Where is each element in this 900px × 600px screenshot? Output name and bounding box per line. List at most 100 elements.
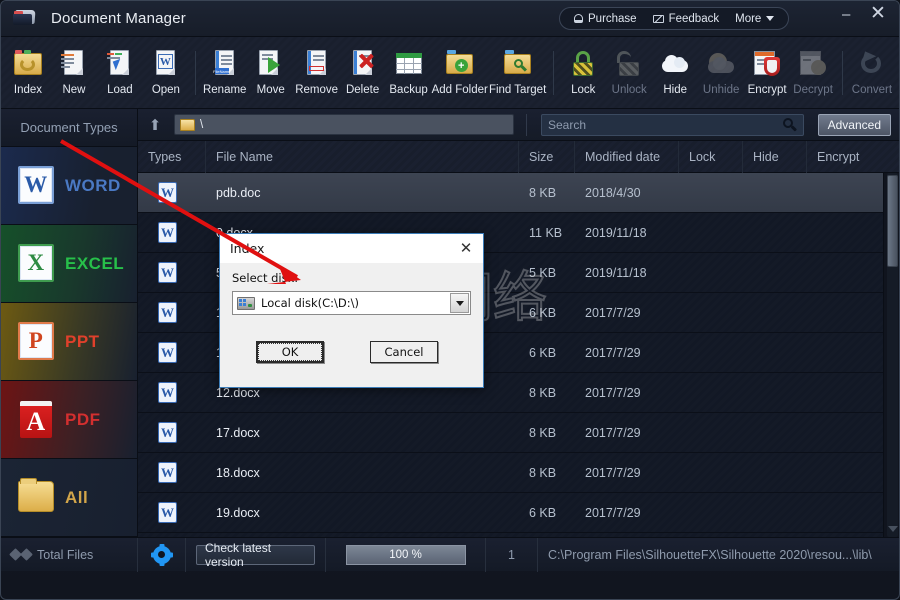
dialog-title-bar: Index ✕ (220, 234, 483, 263)
dialog-title: Index (230, 241, 265, 256)
file-hide-cell (743, 493, 807, 533)
file-size-cell: 8 KB (529, 385, 557, 400)
search-input[interactable]: Search (541, 113, 804, 136)
open-word-document-icon: W (150, 49, 182, 79)
toolbar-button-decrypt[interactable]: Decrypt (790, 40, 836, 106)
column-header-modified-date[interactable]: Modified date (575, 140, 679, 173)
sidebar-item-excel[interactable]: X EXCEL (1, 225, 137, 303)
toolbar-label: Load (107, 84, 133, 96)
toolbar-label: Decrypt (793, 84, 833, 96)
settings-button[interactable] (138, 537, 186, 572)
sidebar-item-label: PDF (65, 409, 101, 429)
column-header-size[interactable]: Size (519, 140, 575, 173)
total-files-label: Total Files (37, 547, 94, 562)
chevron-down-icon[interactable] (450, 293, 469, 313)
column-header-filename[interactable]: File Name (206, 140, 519, 173)
toolbar-button-add-folder[interactable]: + Add Folder (432, 40, 488, 106)
toolbar-button-find-target[interactable]: Find Target (488, 40, 548, 106)
sidebar-item-all[interactable]: All (1, 459, 137, 537)
file-encrypt-cell (807, 373, 881, 413)
sidebar-item-word[interactable]: W WORD (1, 147, 137, 225)
toolbar-button-move[interactable]: Move (248, 40, 294, 106)
column-header-hide[interactable]: Hide (743, 140, 807, 173)
check-version-cell: Check latest version (186, 537, 326, 572)
table-row[interactable]: W 19.docx 6 KB 2017/7/29 (138, 493, 899, 533)
file-encrypt-cell (807, 253, 881, 293)
file-hide-cell (743, 333, 807, 373)
toolbar-button-delete[interactable]: Delete (340, 40, 386, 106)
scroll-down-arrow-icon[interactable] (888, 526, 898, 532)
cancel-button[interactable]: Cancel (370, 341, 438, 363)
file-count: 1 (486, 537, 538, 572)
toolbar-button-backup[interactable]: Backup (386, 40, 432, 106)
table-row[interactable]: W20.docx8 KB2017/7/29 (138, 533, 899, 537)
check-latest-version-button[interactable]: Check latest version (196, 541, 315, 569)
select-disk-label: Select disk: (232, 271, 299, 285)
advanced-button[interactable]: Advanced (817, 113, 891, 136)
file-type-cell: W (138, 173, 206, 213)
feedback-button[interactable]: Feedback (652, 12, 720, 25)
purchase-bag-icon (574, 14, 583, 23)
dialog-close-button[interactable]: ✕ (457, 239, 475, 257)
lock-open-icon (613, 49, 645, 79)
table-row[interactable]: W 18.docx 8 KB 2017/7/29 (138, 453, 899, 493)
title-bar: Document Manager Purchase Feedback More … (1, 1, 899, 37)
toolbar-button-unhide[interactable]: Unhide (698, 40, 744, 106)
toolbar-button-open[interactable]: W Open (143, 40, 189, 106)
toolbar-label: Index (13, 84, 43, 96)
toolbar-label: Open (151, 84, 180, 96)
more-menu-button[interactable]: More (735, 13, 775, 25)
vertical-scrollbar[interactable] (883, 173, 899, 537)
file-name-cell: 20.docx (206, 533, 519, 538)
scrollbar-thumb[interactable] (887, 175, 898, 267)
toolbar-button-load[interactable]: Load (97, 40, 143, 106)
purchase-button[interactable]: Purchase (574, 13, 637, 25)
up-arrow-icon[interactable]: ⬆ (144, 114, 166, 136)
navigation-bar: ⬆ \ Search Advanced (138, 109, 899, 141)
toolbar-button-hide[interactable]: Hide (652, 40, 698, 106)
disk-select-value: Local disk(C:\D:\) (261, 296, 359, 310)
table-header: Types File Name Size Modified date Lock … (138, 140, 899, 173)
toolbar-divider (842, 50, 843, 95)
address-input[interactable]: \ (174, 114, 514, 135)
toolbar-button-unlock[interactable]: Unlock (606, 40, 652, 106)
purchase-label: Purchase (588, 12, 637, 25)
toolbar-button-index[interactable]: Index (5, 40, 51, 106)
cloud-white-icon (659, 49, 691, 79)
disk-select[interactable]: Local disk(C:\D:\) (232, 291, 471, 315)
search-icon[interactable] (782, 117, 797, 132)
word-file-icon: W (158, 302, 177, 323)
file-hide-cell (743, 173, 807, 213)
file-size-cell: 8 KB (529, 425, 557, 440)
minimize-button[interactable]: – (842, 7, 850, 23)
status-path: C:\Program Files\SilhouetteFX\Silhouette… (548, 547, 872, 562)
column-header-encrypt[interactable]: Encrypt (807, 141, 881, 173)
file-size-cell: 11 KB (529, 225, 563, 240)
table-row[interactable]: Wpdb.doc 8 KB 2018/4/30 (138, 173, 899, 213)
toolbar-label: Delete (345, 84, 380, 96)
toolbar-button-convert[interactable]: Convert (849, 40, 895, 106)
progress-bar: 100 % (345, 544, 466, 565)
file-date-cell: 2018/4/30 (585, 185, 641, 200)
navbar-divider (526, 113, 527, 136)
toolbar-button-lock[interactable]: Lock (560, 40, 606, 106)
file-type-cell: W (138, 533, 206, 538)
file-size-cell: 5 KB (529, 265, 557, 280)
file-date-cell: 2017/7/29 (585, 345, 641, 360)
sidebar-header: Document Types (1, 109, 137, 147)
toolbar-button-rename[interactable]: FileName Rename (202, 40, 248, 106)
toolbar-button-encrypt[interactable]: Encrypt (744, 40, 790, 106)
sidebar-item-ppt[interactable]: P PPT (1, 303, 137, 381)
ok-button[interactable]: OK (256, 341, 324, 363)
sidebar-item-pdf[interactable]: A PDF (1, 381, 137, 459)
toolbar-button-new[interactable]: New (51, 40, 97, 106)
folder-icon (180, 118, 195, 131)
close-button[interactable]: ✕ (870, 4, 886, 23)
column-header-types[interactable]: Types (138, 140, 206, 173)
column-header-lock[interactable]: Lock (679, 140, 743, 173)
file-size-cell: 6 KB (529, 305, 557, 320)
feedback-label: Feedback (668, 12, 720, 25)
toolbar-button-remove[interactable]: Remove (294, 40, 340, 106)
file-name-cell: 18.docx (216, 465, 260, 480)
table-row[interactable]: W 17.docx 8 KB 2017/7/29 (138, 413, 899, 453)
